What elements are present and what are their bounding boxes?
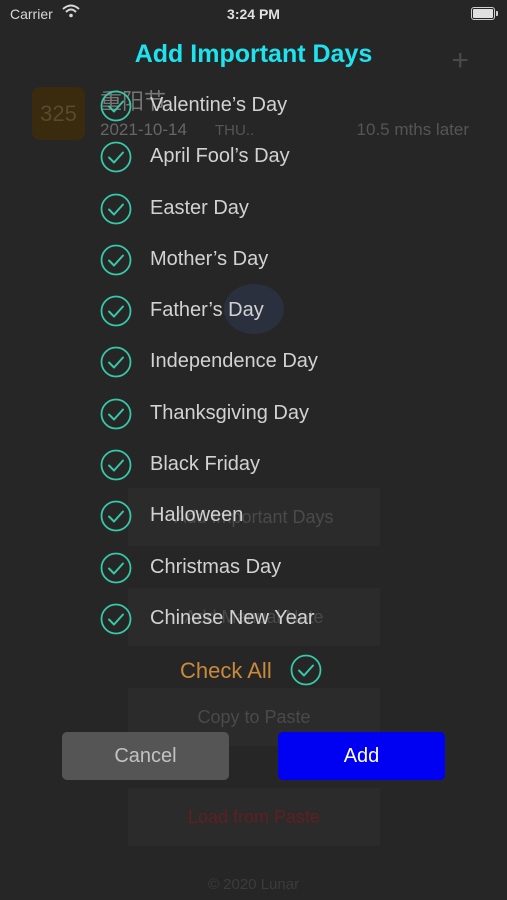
important-day-item[interactable]: Christmas Day <box>100 550 430 601</box>
check-circle-icon[interactable] <box>100 295 132 327</box>
check-circle-icon[interactable] <box>100 603 132 635</box>
important-day-label: Easter Day <box>150 196 249 219</box>
important-day-item[interactable]: Thanksgiving Day <box>100 396 430 447</box>
important-day-label: Halloween <box>150 504 244 527</box>
important-day-label: Black Friday <box>150 453 261 476</box>
important-day-label: Father’s Day <box>150 299 264 322</box>
important-day-label: Mother’s Day <box>150 247 269 270</box>
check-circle-icon[interactable] <box>100 244 132 276</box>
important-day-label: Christmas Day <box>150 555 282 578</box>
battery-icon <box>471 7 498 20</box>
check-circle-icon[interactable] <box>100 90 132 122</box>
clock: 3:24 PM <box>227 6 280 22</box>
important-day-item[interactable]: Chinese New Year <box>100 601 430 652</box>
check-circle-icon[interactable] <box>100 449 132 481</box>
important-day-label: Chinese New Year <box>150 606 315 629</box>
check-circle-icon[interactable] <box>100 552 132 584</box>
check-circle-icon[interactable] <box>100 193 132 225</box>
important-day-item[interactable]: Black Friday <box>100 447 430 498</box>
check-all-label: Check All <box>180 658 272 683</box>
important-day-item[interactable]: April Fool’s Day <box>100 139 430 190</box>
check-circle-icon[interactable] <box>100 398 132 430</box>
important-day-label: April Fool’s Day <box>150 145 290 168</box>
check-circle-icon[interactable] <box>100 141 132 173</box>
important-day-label: Independence Day <box>150 350 318 373</box>
important-day-item[interactable]: Valentine’s Day <box>100 88 430 139</box>
event-badge: 325 <box>32 87 85 140</box>
important-day-item[interactable]: Halloween <box>100 498 430 549</box>
important-day-label: Valentine’s Day <box>150 94 288 116</box>
add-button[interactable]: Add <box>278 732 445 780</box>
important-day-item[interactable]: Independence Day <box>100 344 430 395</box>
important-day-item[interactable]: Father’s Day <box>100 293 430 344</box>
check-circle-icon[interactable] <box>100 346 132 378</box>
important-day-item[interactable]: Mother’s Day <box>100 242 430 293</box>
check-circle-icon[interactable] <box>100 500 132 532</box>
check-all-toggle[interactable]: Check All <box>180 654 340 690</box>
important-day-label: Thanksgiving Day <box>150 401 309 424</box>
cancel-button[interactable]: Cancel <box>62 732 229 780</box>
dialog-title: Add Important Days <box>134 40 373 68</box>
status-bar: Carrier 3:24 PM <box>0 0 507 30</box>
important-days-list: Valentine’s Day April Fool’s Day Easter Da… <box>100 88 430 652</box>
load-from-paste-menu-button[interactable]: Load from Paste <box>128 788 380 846</box>
footer-text: © 2020 Lunar <box>207 876 300 893</box>
check-circle-icon[interactable] <box>290 654 322 686</box>
important-day-item[interactable]: Easter Day <box>100 191 430 242</box>
